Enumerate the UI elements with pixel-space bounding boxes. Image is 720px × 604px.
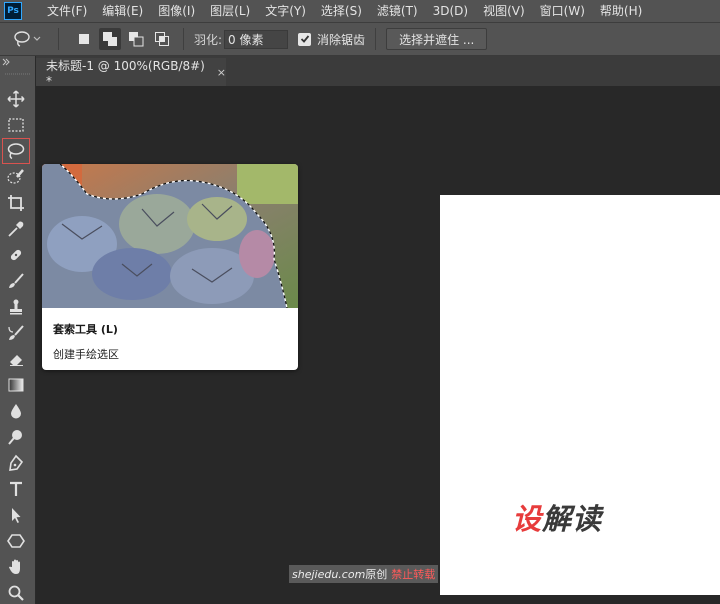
crop-tool[interactable] <box>2 190 30 216</box>
pen-tool[interactable] <box>2 450 30 476</box>
document-tab[interactable]: 未标题-1 @ 100%(RGB/8#) * × <box>36 58 226 88</box>
menu-3d[interactable]: 3D(D) <box>426 0 476 22</box>
intersect-selection-icon <box>155 32 169 46</box>
menu-layer[interactable]: 图层(L) <box>203 0 258 22</box>
watermark: shejiedu.com 原创 禁止转载 <box>289 565 439 583</box>
stamp-icon <box>10 299 22 315</box>
type-icon <box>10 481 22 496</box>
antialias-label: 消除锯齿 <box>317 32 366 47</box>
checkmark-icon <box>300 35 309 43</box>
lasso-icon <box>7 143 25 160</box>
zoom-tool[interactable] <box>2 580 30 604</box>
lasso-icon <box>14 31 41 47</box>
document-tab-title: 未标题-1 @ 100%(RGB/8#) * <box>46 58 205 88</box>
subtract-selection-icon <box>129 32 144 47</box>
collapse-arrows-icon <box>2 58 31 75</box>
separator <box>375 28 377 50</box>
new-selection-button[interactable] <box>73 28 95 50</box>
dodge-icon <box>8 430 22 445</box>
menu-bar: Ps 文件(F) 编辑(E) 图像(I) 图层(L) 文字(Y) 选择(S) 滤… <box>0 0 720 22</box>
eyedropper-tool[interactable] <box>2 216 30 242</box>
tooltip-preview-image <box>42 164 298 308</box>
menu-filter[interactable]: 滤镜(T) <box>370 0 426 22</box>
add-to-selection-button[interactable] <box>99 28 121 50</box>
path-select-icon <box>12 508 21 523</box>
feather-label: 羽化: <box>194 32 223 47</box>
gradient-icon <box>8 378 24 392</box>
brand-logo-part2: 解读 <box>542 502 603 536</box>
brand-logo: 设解读 <box>512 496 602 538</box>
menu-file[interactable]: 文件(F) <box>40 0 95 22</box>
document-canvas[interactable]: 设解读 <box>440 195 720 595</box>
menu-select[interactable]: 选择(S) <box>314 0 370 22</box>
select-and-mask-button[interactable]: 选择并遮住 ... <box>386 28 488 50</box>
lasso-tool[interactable] <box>2 138 30 164</box>
eraser-tool[interactable] <box>2 346 30 372</box>
marquee-tool[interactable] <box>2 112 30 138</box>
menu-type[interactable]: 文字(Y) <box>258 0 314 22</box>
new-selection-icon <box>79 34 89 44</box>
watermark-original: 原创 <box>365 568 388 581</box>
shape-icon <box>7 534 25 548</box>
separator <box>183 28 184 50</box>
gradient-tool[interactable] <box>2 372 30 398</box>
menu-window[interactable]: 窗口(W) <box>533 0 593 22</box>
eraser-icon <box>10 355 23 366</box>
watermark-notice: 禁止转载 <box>391 568 436 581</box>
shape-tool[interactable] <box>2 528 30 554</box>
menu-help[interactable]: 帮助(H) <box>593 0 650 22</box>
brush-tool[interactable] <box>2 268 30 294</box>
hand-tool[interactable] <box>2 554 30 580</box>
blur-icon <box>11 404 21 419</box>
antialias-checkbox[interactable] <box>298 32 312 46</box>
tooltip-title: 套索工具 (L) <box>53 323 118 336</box>
close-icon[interactable]: × <box>217 66 226 79</box>
menu-image[interactable]: 图像(I) <box>151 0 203 22</box>
quick-select-icon <box>7 169 24 184</box>
crop-icon <box>8 195 24 211</box>
history-brush-icon <box>8 325 24 340</box>
dodge-tool[interactable] <box>2 424 30 450</box>
tools-panel <box>0 56 36 604</box>
add-selection-icon <box>103 32 117 46</box>
type-tool[interactable] <box>2 476 30 502</box>
menu-view[interactable]: 视图(V) <box>476 0 533 22</box>
options-bar: 羽化: 消除锯齿 选择并遮住 ... <box>0 22 720 56</box>
clone-stamp-tool[interactable] <box>2 294 30 320</box>
pen-icon <box>9 454 24 471</box>
panel-grip[interactable] <box>0 56 35 86</box>
brush-icon <box>9 273 24 288</box>
path-select-tool[interactable] <box>2 502 30 528</box>
tooltip-description: 创建手绘选区 <box>53 348 119 361</box>
tool-tooltip: 套索工具 (L) 创建手绘选区 <box>42 164 298 370</box>
zoom-icon <box>8 585 24 601</box>
healing-brush-tool[interactable] <box>2 242 30 268</box>
watermark-site: shejiedu.com <box>292 567 366 581</box>
blur-tool[interactable] <box>2 398 30 424</box>
hand-icon <box>9 559 20 574</box>
history-brush-tool[interactable] <box>2 320 30 346</box>
brand-logo-part1: 设 <box>512 502 543 536</box>
quick-select-tool[interactable] <box>2 164 30 190</box>
move-icon <box>7 90 25 108</box>
menu-edit[interactable]: 编辑(E) <box>95 0 151 22</box>
healing-brush-icon <box>10 249 22 261</box>
marquee-icon <box>8 118 24 132</box>
intersect-selection-button[interactable] <box>151 28 173 50</box>
separator <box>58 28 59 50</box>
move-tool[interactable] <box>2 86 30 112</box>
photoshop-logo: Ps <box>4 2 22 20</box>
feather-input[interactable] <box>224 29 289 49</box>
eyedropper-icon <box>8 221 24 237</box>
subtract-selection-button[interactable] <box>125 28 147 50</box>
tool-preset-picker[interactable] <box>12 26 48 52</box>
document-tab-bar: 未标题-1 @ 100%(RGB/8#) * × <box>36 56 720 88</box>
